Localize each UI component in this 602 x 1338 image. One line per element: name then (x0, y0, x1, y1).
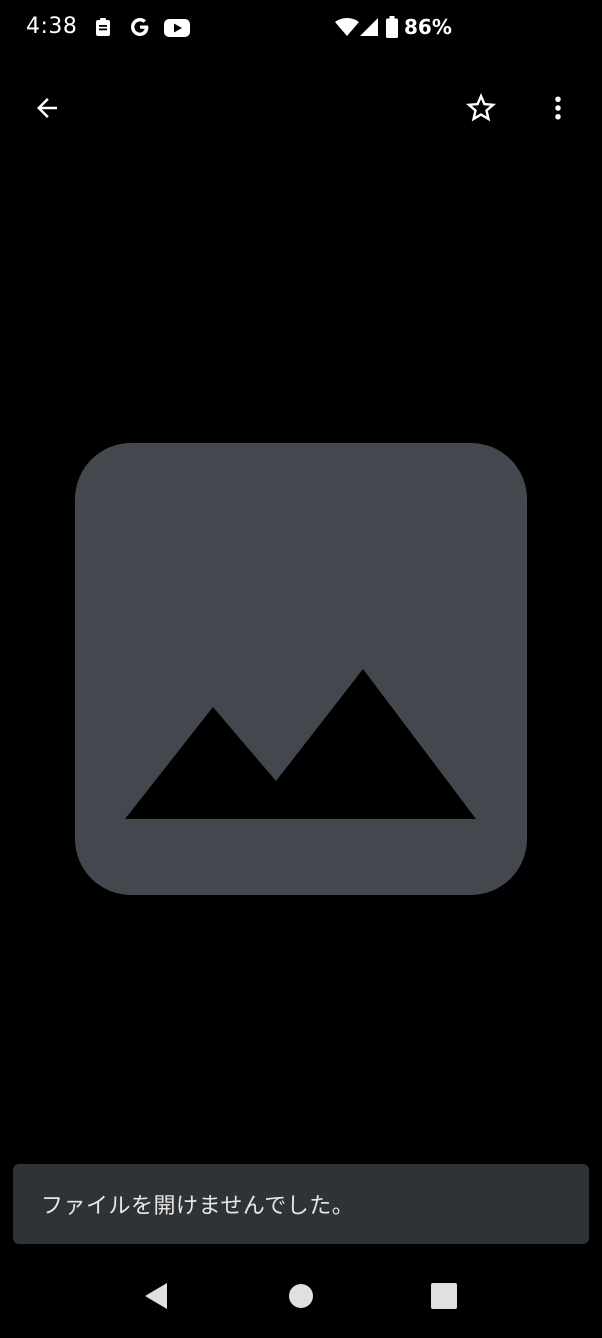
star-button[interactable] (456, 85, 506, 135)
clipboard-icon (95, 17, 111, 41)
navigation-bar (0, 1258, 602, 1338)
more-vertical-icon (543, 91, 573, 129)
nav-back-icon (143, 1282, 169, 1314)
image-placeholder-icon (75, 443, 527, 895)
nav-home-icon (288, 1283, 314, 1313)
battery-icon (386, 16, 398, 42)
app-bar (0, 80, 602, 140)
battery-percent: 86% (404, 15, 452, 39)
snackbar-message: ファイルを開けませんでした。 (41, 1194, 355, 1219)
star-outline-icon (463, 90, 499, 130)
nav-recents-button[interactable] (414, 1272, 474, 1324)
nav-recents-icon (431, 1283, 457, 1313)
google-icon (129, 16, 151, 42)
screen: 4:38 86% ファイルを開けませんでした。 (0, 0, 602, 1338)
status-time: 4:38 (26, 14, 78, 39)
arrow-back-icon (32, 93, 62, 127)
status-bar: 4:38 86% (0, 0, 602, 58)
nav-home-button[interactable] (271, 1272, 331, 1324)
back-button[interactable] (22, 85, 72, 135)
nav-back-button[interactable] (126, 1272, 186, 1324)
wifi-icon (335, 18, 359, 40)
youtube-icon (164, 18, 190, 42)
snackbar: ファイルを開けませんでした。 (13, 1164, 589, 1244)
cellular-signal-icon (360, 18, 378, 40)
more-options-button[interactable] (533, 85, 583, 135)
